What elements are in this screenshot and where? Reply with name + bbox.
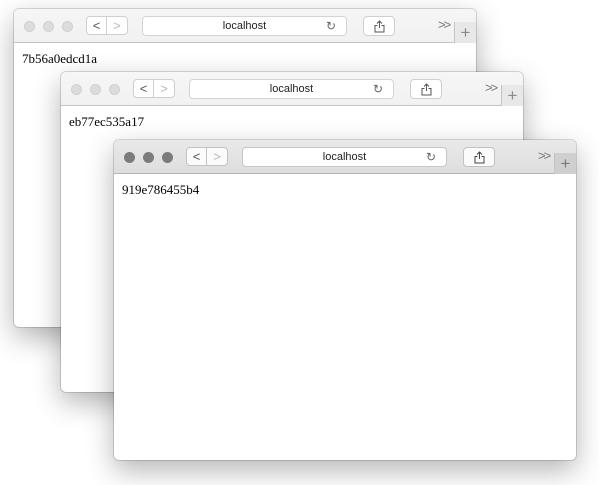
forward-button[interactable]: > xyxy=(107,16,128,35)
back-button[interactable]: < xyxy=(86,16,107,35)
back-button[interactable]: < xyxy=(186,147,207,166)
page-content: 7b56a0edcd1a xyxy=(14,43,476,67)
browser-toolbar: < > localhost ↻ >> + xyxy=(114,140,576,174)
desktop: < > localhost ↻ >> + 7b56a0edcd1a < > lo… xyxy=(0,0,599,485)
chevron-left-icon: < xyxy=(92,18,101,33)
forward-button[interactable]: > xyxy=(154,79,175,98)
chevron-left-icon: < xyxy=(139,81,148,96)
share-button[interactable] xyxy=(363,16,395,36)
new-tab-button[interactable]: + xyxy=(454,22,476,43)
browser-toolbar: < > localhost ↻ >> + xyxy=(61,72,523,106)
new-tab-button[interactable]: + xyxy=(501,85,523,106)
address-bar[interactable]: localhost ↻ xyxy=(242,147,447,167)
zoom-icon[interactable] xyxy=(162,152,173,163)
new-tab-button[interactable]: + xyxy=(554,153,576,174)
address-text: localhost xyxy=(222,20,267,32)
chevron-right-icon: > xyxy=(213,149,221,164)
traffic-lights xyxy=(71,84,120,95)
traffic-lights xyxy=(124,152,173,163)
close-icon[interactable] xyxy=(124,152,135,163)
page-content: 919e786455b4 xyxy=(114,174,576,198)
double-chevron-icon[interactable]: >> xyxy=(485,80,498,95)
minimize-icon[interactable] xyxy=(90,84,101,95)
address-text: localhost xyxy=(269,83,314,95)
traffic-lights xyxy=(24,21,73,32)
nav-buttons: < > xyxy=(186,147,228,166)
chevron-right-icon: > xyxy=(113,18,121,33)
back-button[interactable]: < xyxy=(133,79,154,98)
reload-icon[interactable]: ↻ xyxy=(426,150,436,164)
page-content: eb77ec535a17 xyxy=(61,106,523,130)
chevron-right-icon: > xyxy=(160,81,168,96)
page-text: 919e786455b4 xyxy=(122,182,200,197)
forward-button[interactable]: > xyxy=(207,147,228,166)
reload-icon[interactable]: ↻ xyxy=(373,82,383,96)
browser-toolbar: < > localhost ↻ >> + xyxy=(14,9,476,43)
double-chevron-icon[interactable]: >> xyxy=(438,17,451,32)
browser-window-3[interactable]: < > localhost ↻ >> + 919e786455b4 xyxy=(114,140,576,460)
page-text: 7b56a0edcd1a xyxy=(22,51,98,66)
nav-buttons: < > xyxy=(133,79,175,98)
minimize-icon[interactable] xyxy=(143,152,154,163)
double-chevron-icon[interactable]: >> xyxy=(538,148,551,163)
plus-icon: + xyxy=(560,154,571,173)
reload-icon[interactable]: ↻ xyxy=(326,19,336,33)
close-icon[interactable] xyxy=(71,84,82,95)
share-button[interactable] xyxy=(410,79,442,99)
plus-icon: + xyxy=(460,23,471,42)
address-text: localhost xyxy=(322,151,367,163)
share-icon xyxy=(374,19,384,32)
nav-buttons: < > xyxy=(86,16,128,35)
plus-icon: + xyxy=(507,86,518,105)
share-button[interactable] xyxy=(463,147,495,167)
chevron-left-icon: < xyxy=(192,149,201,164)
page-text: eb77ec535a17 xyxy=(69,114,145,129)
close-icon[interactable] xyxy=(24,21,35,32)
share-icon xyxy=(474,150,484,163)
minimize-icon[interactable] xyxy=(43,21,54,32)
address-bar[interactable]: localhost ↻ xyxy=(189,79,394,99)
share-icon xyxy=(421,82,431,95)
zoom-icon[interactable] xyxy=(62,21,73,32)
address-bar[interactable]: localhost ↻ xyxy=(142,16,347,36)
zoom-icon[interactable] xyxy=(109,84,120,95)
